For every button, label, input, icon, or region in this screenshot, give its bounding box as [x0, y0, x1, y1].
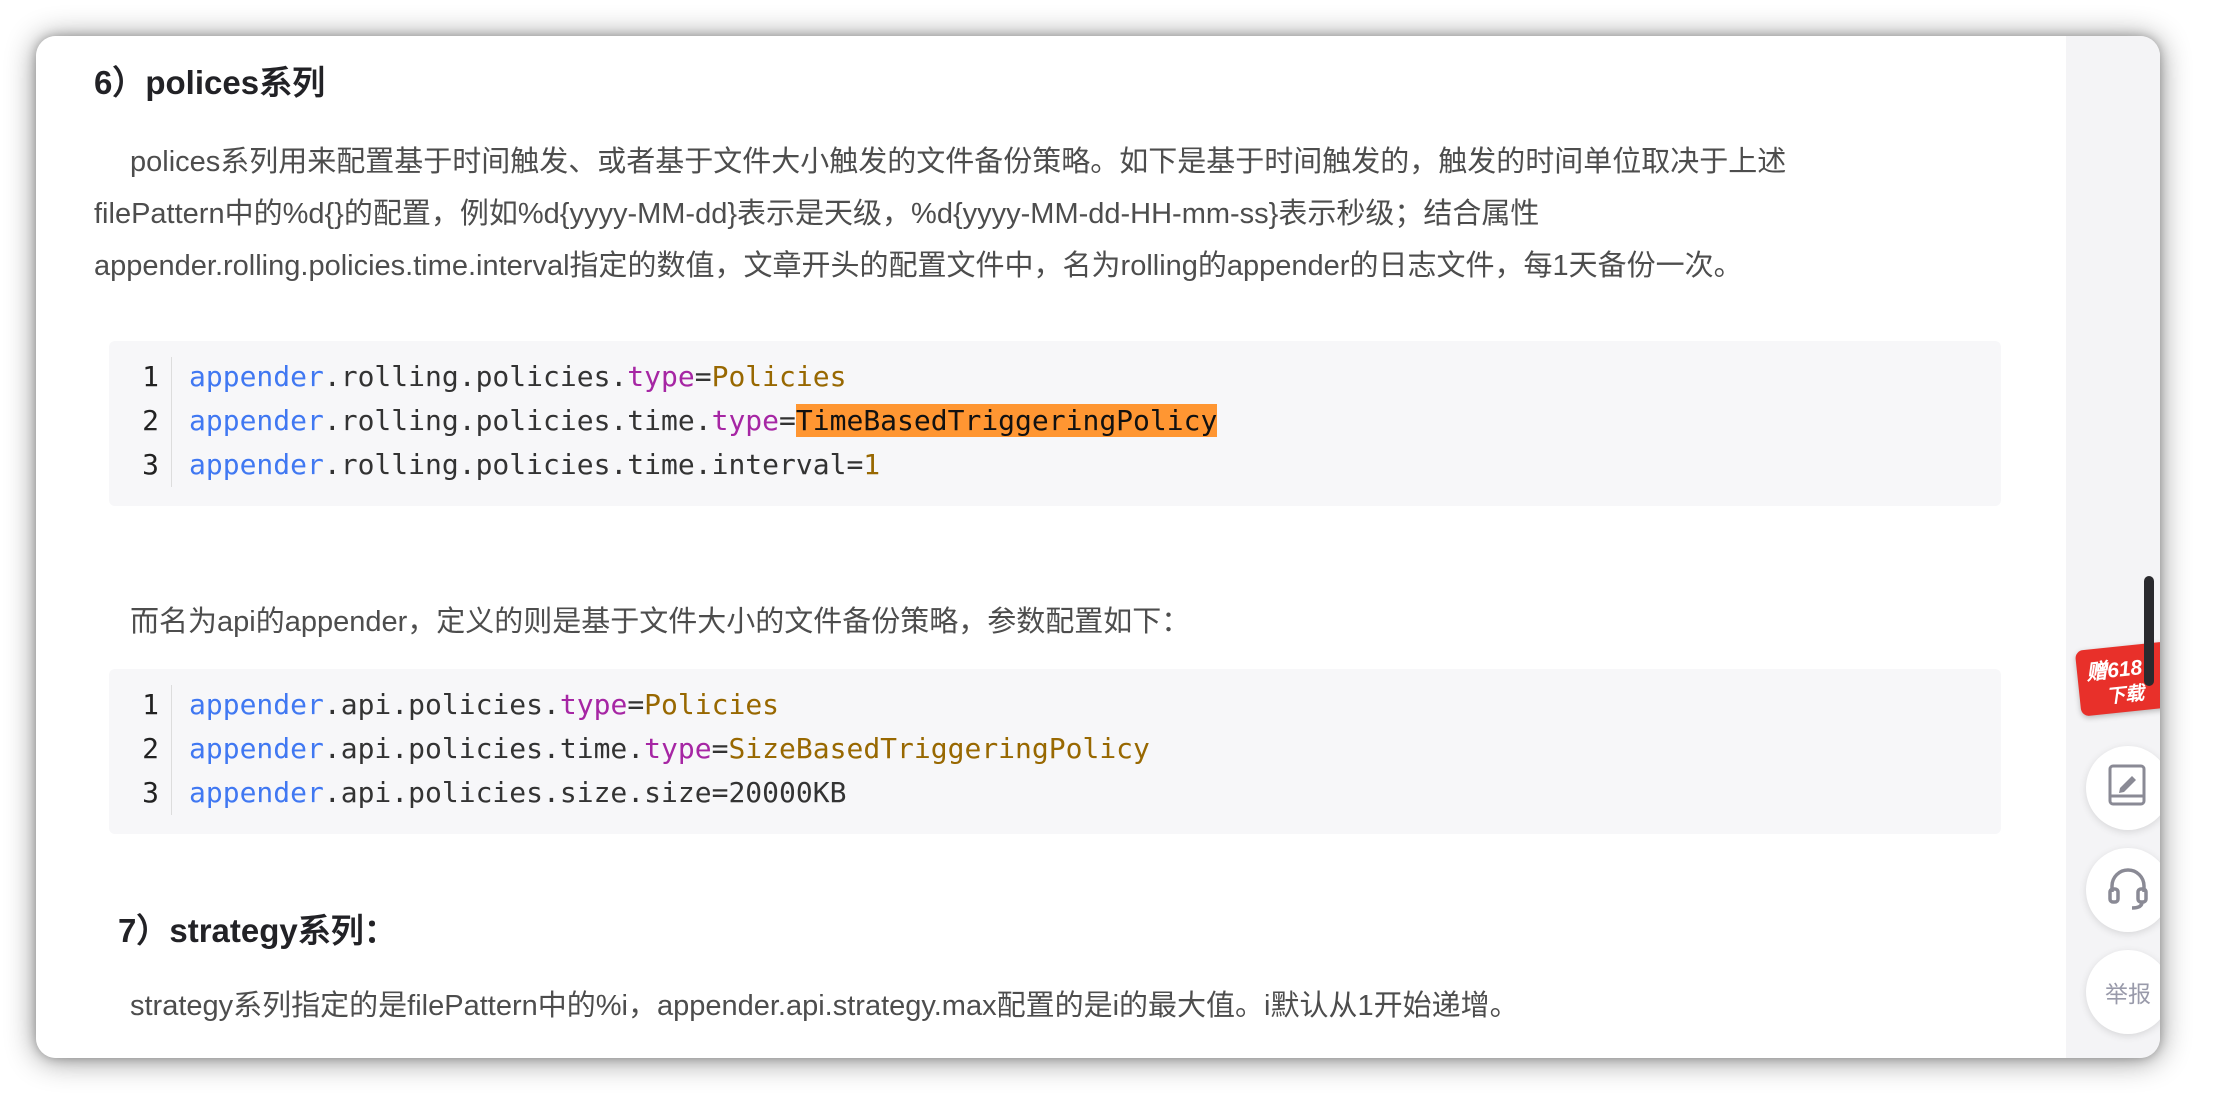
code-token-value: Policies	[644, 688, 780, 721]
code-token-object: appender	[189, 448, 324, 481]
code-token-value: 1	[863, 448, 881, 481]
code-text: appender.rolling.policies.time.interval=…	[189, 443, 880, 487]
code-text: appender.api.policies.time.type=SizeBase…	[189, 727, 1150, 771]
code-token-operator: =	[779, 404, 796, 437]
line-number: 2	[142, 732, 159, 765]
browser-window: 6）polices系列 polices系列用来配置基于时间触发、或者基于文件大小…	[36, 36, 2160, 1058]
scrollbar-thumb[interactable]	[2144, 576, 2154, 686]
code-token-value: Policies	[711, 360, 847, 393]
edit-button[interactable]	[2086, 746, 2160, 830]
report-button[interactable]: 举报	[2086, 950, 2160, 1034]
code-token-object: appender	[189, 404, 324, 437]
code-token-object: appender	[189, 776, 324, 809]
code-text: appender.api.policies.type=Policies	[189, 683, 779, 727]
code-token-object: appender	[189, 360, 324, 393]
code-token-keyword: type	[627, 360, 695, 393]
code-line: 2 appender.rolling.policies.time.type=Ti…	[109, 399, 2001, 443]
line-number: 3	[142, 776, 159, 809]
code-line: 1 appender.api.policies.type=Policies	[109, 683, 2001, 727]
report-label: 举报	[2105, 981, 2151, 1007]
code-token-path: .rolling.policies.	[323, 360, 628, 393]
paragraph-line: filePattern中的%d{}的配置，例如%d{yyyy-MM-dd}表示是…	[94, 198, 1540, 230]
line-number: 2	[142, 404, 159, 437]
code-token-object: appender	[189, 688, 324, 721]
code-token-path: .rolling.policies.time.interval=	[323, 448, 864, 481]
code-block-rolling[interactable]: 1 appender.rolling.policies.type=Policie…	[109, 341, 2001, 506]
article-content: 6）polices系列 polices系列用来配置基于时间触发、或者基于文件大小…	[36, 36, 2066, 1058]
code-line: 3 appender.api.policies.size.size=20000K…	[109, 771, 2001, 815]
code-line: 2 appender.api.policies.time.type=SizeBa…	[109, 727, 2001, 771]
edit-icon	[2106, 763, 2150, 814]
headset-icon	[2104, 864, 2152, 917]
code-token-operator: =	[711, 732, 729, 765]
code-token-keyword: type	[644, 732, 712, 765]
code-token-value: SizeBasedTriggeringPolicy	[728, 732, 1150, 765]
line-number: 1	[142, 360, 159, 393]
customer-service-button[interactable]	[2086, 848, 2160, 932]
line-number: 3	[142, 448, 159, 481]
paragraph-line: appender.rolling.policies.time.interval指…	[94, 250, 1743, 282]
code-line: 3 appender.rolling.policies.time.interva…	[109, 443, 2001, 487]
promo-text-line2: 下载	[2105, 683, 2146, 708]
code-text: appender.api.policies.size.size=20000KB	[189, 771, 846, 815]
code-token-keyword: type	[711, 404, 780, 437]
line-number: 1	[142, 688, 159, 721]
code-token-operator: =	[694, 360, 712, 393]
section-heading-polices: 6）polices系列	[94, 64, 326, 101]
code-token-path: .api.policies.size.size=20000KB	[323, 776, 847, 809]
code-token-highlighted-value: TimeBasedTriggeringPolicy	[795, 404, 1218, 437]
code-block-api[interactable]: 1 appender.api.policies.type=Policies 2 …	[109, 669, 2001, 834]
code-text: appender.rolling.policies.time.type=Time…	[189, 399, 1218, 443]
code-token-path: .api.policies.	[323, 688, 560, 721]
code-token-path: .api.policies.time.	[323, 732, 645, 765]
code-token-operator: =	[627, 688, 645, 721]
paragraph-line: 而名为api的appender，定义的则是基于文件大小的文件备份策略，参数配置如…	[130, 606, 1191, 638]
code-token-object: appender	[189, 732, 324, 765]
section-heading-strategy: 7）strategy系列：	[118, 912, 397, 949]
paragraph-line: strategy系列指定的是filePattern中的%i，appender.a…	[130, 990, 1519, 1022]
code-token-path: .rolling.policies.time.	[323, 404, 712, 437]
code-text: appender.rolling.policies.type=Policies	[189, 355, 846, 399]
code-line: 1 appender.rolling.policies.type=Policie…	[109, 355, 2001, 399]
code-token-keyword: type	[559, 688, 628, 721]
paragraph-line: polices系列用来配置基于时间触发、或者基于文件大小触发的文件备份策略。如下…	[130, 146, 1787, 178]
